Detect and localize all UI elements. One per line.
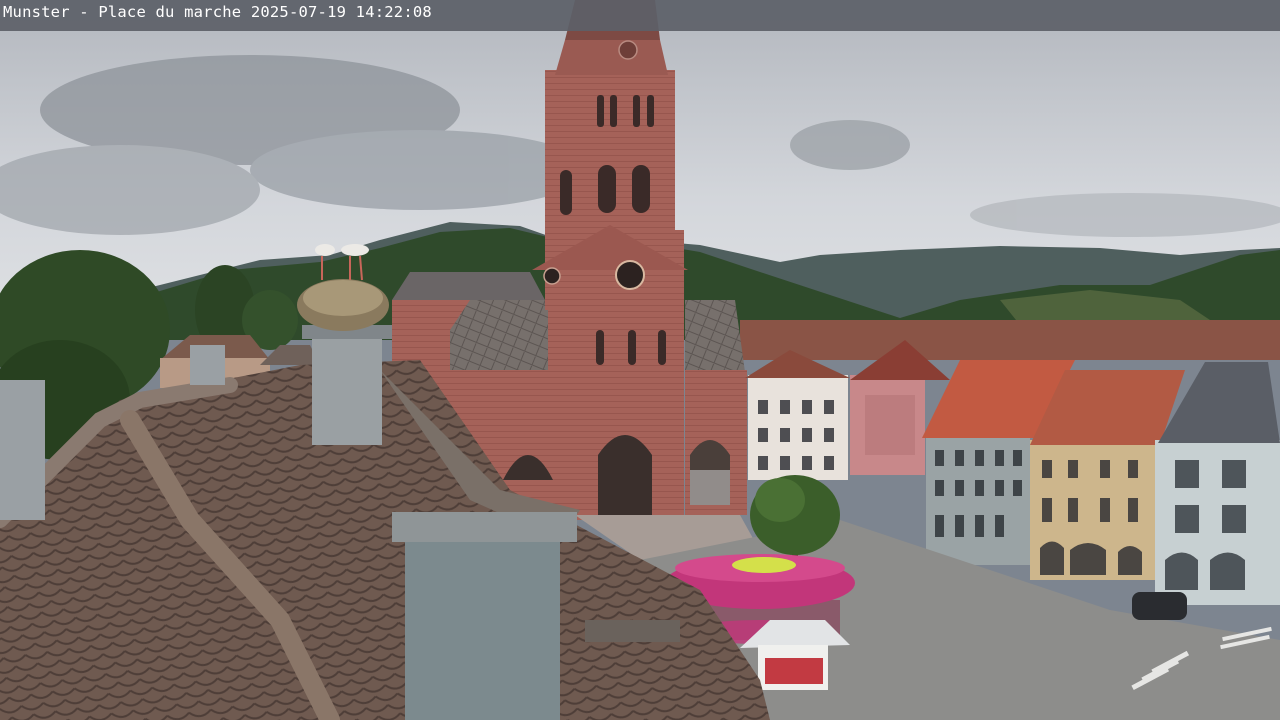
white-house xyxy=(745,350,850,480)
webcam-frame: Munster - Place du marche 2025-07-19 14:… xyxy=(0,0,1280,720)
webcam-caption: Munster - Place du marche 2025-07-19 14:… xyxy=(3,3,432,21)
webcam-image xyxy=(0,0,1280,720)
webcam-caption-bar: Munster - Place du marche 2025-07-19 14:… xyxy=(0,0,1280,31)
clock-face xyxy=(615,260,645,290)
parked-car xyxy=(1132,592,1187,620)
